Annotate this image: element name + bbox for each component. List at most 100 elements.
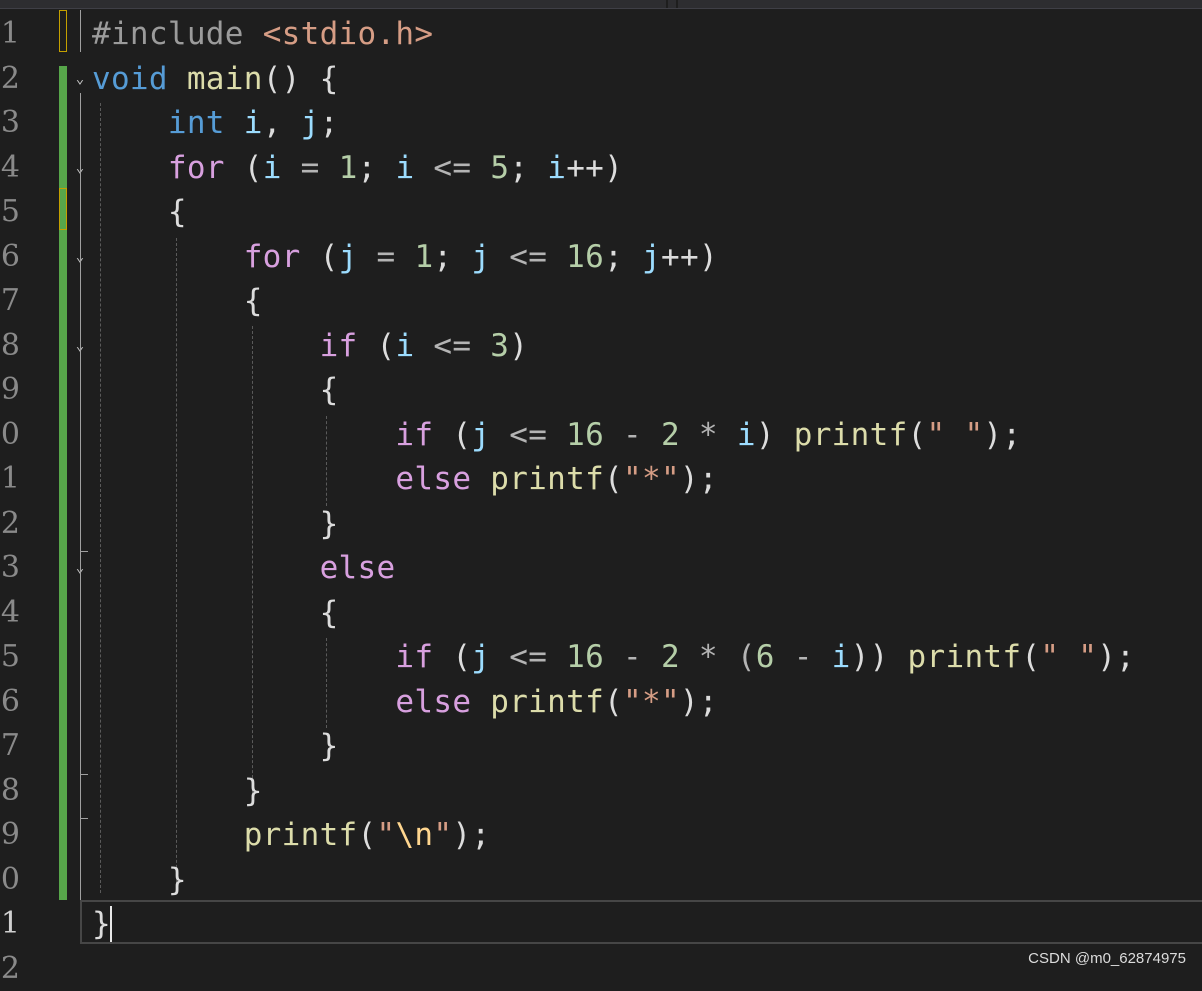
code-token: )) bbox=[851, 639, 908, 675]
code-line: printf("\n"); bbox=[92, 813, 490, 858]
code-token bbox=[92, 150, 168, 186]
code-token: <= bbox=[490, 417, 566, 453]
line-number: 4 bbox=[0, 591, 20, 636]
fold-end-tick bbox=[80, 774, 88, 775]
current-line-highlight bbox=[80, 900, 1202, 944]
line-number: 6 bbox=[0, 235, 20, 280]
code-token: - bbox=[604, 639, 661, 675]
code-token: else bbox=[320, 550, 396, 586]
code-token: ( bbox=[604, 684, 623, 720]
code-token bbox=[92, 328, 320, 364]
code-token: 1 bbox=[414, 239, 433, 275]
code-token: 16 bbox=[566, 639, 604, 675]
line-number: 4 bbox=[0, 146, 20, 191]
code-line: { bbox=[92, 190, 187, 235]
code-token: j bbox=[301, 105, 320, 141]
code-token: } bbox=[92, 506, 339, 542]
code-token: } bbox=[92, 906, 111, 942]
code-token bbox=[471, 461, 490, 497]
line-number: 7 bbox=[0, 279, 20, 324]
line-number: 1 bbox=[0, 12, 20, 57]
code-token: { bbox=[92, 194, 187, 230]
code-token: " bbox=[433, 817, 452, 853]
code-token: } bbox=[92, 862, 187, 898]
code-token: i bbox=[263, 150, 282, 186]
line-number: 8 bbox=[0, 769, 20, 814]
code-token: ; bbox=[320, 105, 339, 141]
code-token: printf bbox=[490, 684, 604, 720]
code-token bbox=[92, 239, 244, 275]
fold-line bbox=[80, 93, 81, 943]
code-token bbox=[225, 105, 244, 141]
code-token: if bbox=[395, 639, 433, 675]
code-token: printf bbox=[794, 417, 908, 453]
fold-toggle-icon[interactable]: ⌄ bbox=[72, 71, 88, 87]
code-token: ; bbox=[509, 150, 547, 186]
code-editor[interactable]: 1234567890123456789302122 ⌄⌄⌄⌄⌄ #include… bbox=[0, 8, 1202, 977]
code-line: } bbox=[92, 902, 111, 947]
code-token: i bbox=[737, 417, 756, 453]
code-token: j bbox=[339, 239, 358, 275]
code-token bbox=[168, 61, 187, 97]
line-number: 30 bbox=[0, 858, 20, 903]
code-line: } bbox=[92, 724, 339, 769]
code-line: { bbox=[92, 279, 263, 324]
code-token: ; bbox=[358, 150, 396, 186]
saved-change-marker bbox=[59, 10, 67, 52]
line-number: 2 bbox=[0, 502, 20, 547]
line-number: 21 bbox=[0, 902, 20, 947]
code-token: } bbox=[92, 728, 339, 764]
code-token: printf bbox=[908, 639, 1022, 675]
line-number: 2 bbox=[0, 57, 20, 102]
code-line: } bbox=[92, 502, 339, 547]
code-token bbox=[92, 417, 395, 453]
line-number: 3 bbox=[0, 101, 20, 146]
code-token: ( bbox=[433, 417, 471, 453]
code-token bbox=[92, 684, 395, 720]
code-token: ( bbox=[358, 817, 377, 853]
code-line: for (j = 1; j <= 16; j++) bbox=[92, 235, 718, 280]
code-token bbox=[92, 105, 168, 141]
tab-separator bbox=[666, 0, 668, 8]
code-token bbox=[92, 817, 244, 853]
code-line: } bbox=[92, 769, 263, 814]
code-token bbox=[92, 639, 395, 675]
code-token: printf bbox=[244, 817, 358, 853]
code-token: ); bbox=[452, 817, 490, 853]
code-token: j bbox=[642, 239, 661, 275]
code-token: printf bbox=[490, 461, 604, 497]
code-token: ); bbox=[680, 684, 718, 720]
code-token: * ( bbox=[680, 639, 756, 675]
code-token: 1 bbox=[339, 150, 358, 186]
line-number: 9 bbox=[0, 813, 20, 858]
code-line: { bbox=[92, 591, 339, 636]
code-token: { bbox=[92, 372, 339, 408]
code-token: ; bbox=[433, 239, 471, 275]
line-number: 0 bbox=[0, 413, 20, 458]
line-number: 3 bbox=[0, 546, 20, 591]
code-token bbox=[471, 684, 490, 720]
code-token: ); bbox=[1097, 639, 1135, 675]
code-token: "*" bbox=[623, 461, 680, 497]
code-token: <stdio.h> bbox=[263, 16, 434, 52]
code-token: main bbox=[187, 61, 263, 97]
code-token: , bbox=[263, 105, 301, 141]
line-number: 6 bbox=[0, 680, 20, 725]
code-token: = bbox=[358, 239, 415, 275]
code-token: i bbox=[832, 639, 851, 675]
code-token bbox=[92, 461, 395, 497]
code-line: } bbox=[92, 858, 187, 903]
code-line: #include <stdio.h> bbox=[92, 12, 433, 57]
code-token: ; bbox=[604, 239, 642, 275]
code-line: else printf("*"); bbox=[92, 680, 718, 725]
code-line: else bbox=[92, 546, 395, 591]
code-token: else bbox=[395, 461, 471, 497]
code-token: - bbox=[775, 639, 832, 675]
code-token: else bbox=[395, 684, 471, 720]
code-token: 5 bbox=[490, 150, 509, 186]
code-token: 6 bbox=[756, 639, 775, 675]
code-token: j bbox=[471, 239, 490, 275]
code-token: j bbox=[471, 417, 490, 453]
code-token: ( bbox=[433, 639, 471, 675]
code-token: <= bbox=[490, 639, 566, 675]
